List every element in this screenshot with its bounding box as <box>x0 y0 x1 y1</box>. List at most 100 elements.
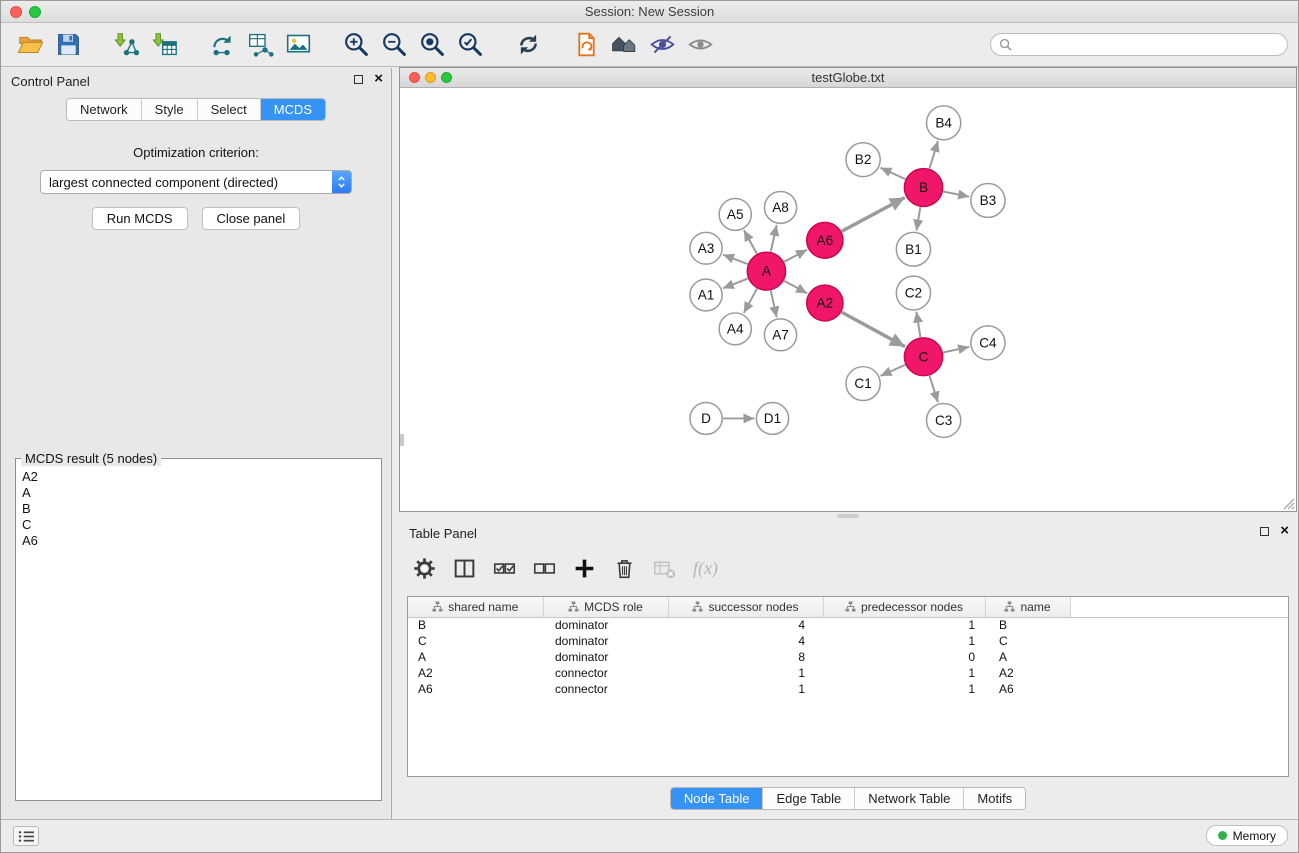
graph-edge-B-B4[interactable] <box>929 141 938 169</box>
close-panel-icon[interactable]: × <box>374 73 383 85</box>
float-table-panel-icon[interactable] <box>1260 527 1269 536</box>
tab-edge-table[interactable]: Edge Table <box>763 788 855 809</box>
graphics-details-button[interactable] <box>643 26 681 64</box>
zoom-selected-button[interactable] <box>451 26 489 64</box>
graph-node-B2[interactable]: B2 <box>846 143 880 177</box>
graph-node-D[interactable]: D <box>690 403 722 435</box>
tab-node-table[interactable]: Node Table <box>671 788 764 809</box>
tab-network-table[interactable]: Network Table <box>855 788 964 809</box>
graph-node-C2[interactable]: C2 <box>896 276 930 310</box>
horizontal-split-divider[interactable] <box>399 512 1297 520</box>
delete-table-button[interactable] <box>653 557 676 580</box>
graph-node-B4[interactable]: B4 <box>927 106 961 140</box>
mcds-result-item[interactable]: C <box>22 517 375 533</box>
graph-edge-A-A3[interactable] <box>723 255 748 264</box>
graph-edge-A-A2[interactable] <box>784 281 807 294</box>
graph-edge-A-A8[interactable] <box>771 225 777 252</box>
open-session-button[interactable] <box>11 26 49 64</box>
graph-edge-C-C4[interactable] <box>943 347 969 353</box>
graph-node-A4[interactable]: A4 <box>719 313 751 345</box>
graph-node-C4[interactable]: C4 <box>971 326 1005 360</box>
reopen-document-button[interactable] <box>567 26 605 64</box>
task-history-button[interactable] <box>13 826 39 846</box>
canvas-scroll-stub[interactable] <box>400 434 404 446</box>
graph-node-A[interactable]: A <box>747 252 785 290</box>
graph-node-A2[interactable]: A2 <box>807 285 843 321</box>
zoom-in-button[interactable] <box>337 26 375 64</box>
graph-edge-A-A7[interactable] <box>771 291 777 318</box>
export-image-button[interactable] <box>279 26 317 64</box>
graph-edge-A-A5[interactable] <box>744 230 757 254</box>
graph-edge-A-A6[interactable] <box>784 250 807 262</box>
tab-network[interactable]: Network <box>67 99 142 120</box>
network-canvas[interactable]: B4 B2 B B3 A5 A8 A6 B1 A3 A C2 A1 A2 A4 A7 C4 C C1 C3 D D1 <box>400 89 1296 511</box>
add-column-button[interactable] <box>573 557 596 580</box>
table-settings-button[interactable] <box>413 557 436 580</box>
graph-node-C1[interactable]: C1 <box>846 367 880 401</box>
graph-node-A5[interactable]: A5 <box>719 198 751 230</box>
table-row[interactable]: Bdominator41B <box>408 617 1288 633</box>
graph-node-C3[interactable]: C3 <box>927 404 961 438</box>
mcds-result-item[interactable]: A <box>22 485 375 501</box>
graph-node-B[interactable]: B <box>904 169 942 207</box>
graph-edge-A-A4[interactable] <box>744 289 757 313</box>
refresh-view-button[interactable] <box>509 26 547 64</box>
graph-node-A3[interactable]: A3 <box>690 232 722 264</box>
export-table-button[interactable] <box>241 26 279 64</box>
run-mcds-button[interactable]: Run MCDS <box>92 207 188 230</box>
import-table-button[interactable] <box>145 26 183 64</box>
resize-grip-icon[interactable] <box>1282 497 1295 510</box>
tab-mcds[interactable]: MCDS <box>261 99 325 120</box>
graph-edge-A6-B[interactable] <box>842 197 905 231</box>
optimization-criterion-dropdown[interactable]: largest connected component (directed) <box>40 170 352 194</box>
graph-node-A7[interactable]: A7 <box>764 319 796 351</box>
table-row[interactable]: Cdominator41C <box>408 633 1288 649</box>
graph-node-A6[interactable]: A6 <box>807 222 843 258</box>
column-header-shared-name[interactable]: shared name <box>408 597 543 617</box>
graph-edge-A-A1[interactable] <box>723 279 748 289</box>
table-row[interactable]: A6connector11A6 <box>408 681 1288 697</box>
export-network-button[interactable] <box>203 26 241 64</box>
graph-node-B3[interactable]: B3 <box>971 184 1005 218</box>
graph-node-A1[interactable]: A1 <box>690 279 722 311</box>
column-header-predecessor-nodes[interactable]: predecessor nodes <box>823 597 985 617</box>
delete-column-button[interactable] <box>613 557 636 580</box>
graph-node-C[interactable]: C <box>904 338 942 376</box>
search-box[interactable] <box>990 33 1288 56</box>
graph-edge-B-B2[interactable] <box>880 168 905 179</box>
search-input[interactable] <box>1017 38 1279 52</box>
graph-edge-C-C3[interactable] <box>930 376 938 403</box>
column-header-name[interactable]: name <box>985 597 1070 617</box>
close-table-panel-icon[interactable]: × <box>1280 525 1289 537</box>
memory-button[interactable]: Memory <box>1206 825 1288 846</box>
zoom-fit-button[interactable] <box>413 26 451 64</box>
float-panel-icon[interactable] <box>354 75 363 84</box>
show-columns-button[interactable] <box>453 557 476 580</box>
zoom-out-button[interactable] <box>375 26 413 64</box>
birds-eye-view-button[interactable] <box>681 26 719 64</box>
graph-edge-B-B3[interactable] <box>943 191 969 196</box>
column-header-successor-nodes[interactable]: successor nodes <box>668 597 823 617</box>
function-builder-button[interactable]: f(x) <box>693 558 718 579</box>
graph-edge-C-C1[interactable] <box>881 365 906 376</box>
import-network-button[interactable] <box>107 26 145 64</box>
select-all-button[interactable] <box>493 557 516 580</box>
graph-edge-A2-C[interactable] <box>842 312 905 347</box>
tab-style[interactable]: Style <box>142 99 198 120</box>
close-panel-button[interactable]: Close panel <box>202 207 301 230</box>
tab-motifs[interactable]: Motifs <box>964 788 1025 809</box>
column-header-MCDS-role[interactable]: MCDS role <box>543 597 668 617</box>
save-session-button[interactable] <box>49 26 87 64</box>
tab-select[interactable]: Select <box>198 99 261 120</box>
mcds-result-item[interactable]: A6 <box>22 533 375 549</box>
mcds-result-item[interactable]: A2 <box>22 469 375 485</box>
divider-handle[interactable] <box>837 514 859 518</box>
table-row[interactable]: Adominator80A <box>408 649 1288 665</box>
table-row[interactable]: A2connector11A2 <box>408 665 1288 681</box>
graph-edge-B-B1[interactable] <box>916 207 920 230</box>
deselect-all-button[interactable] <box>533 557 556 580</box>
graph-node-B1[interactable]: B1 <box>896 232 930 266</box>
graph-node-D1[interactable]: D1 <box>756 403 788 435</box>
graph-node-A8[interactable]: A8 <box>764 192 796 224</box>
mcds-result-item[interactable]: B <box>22 501 375 517</box>
